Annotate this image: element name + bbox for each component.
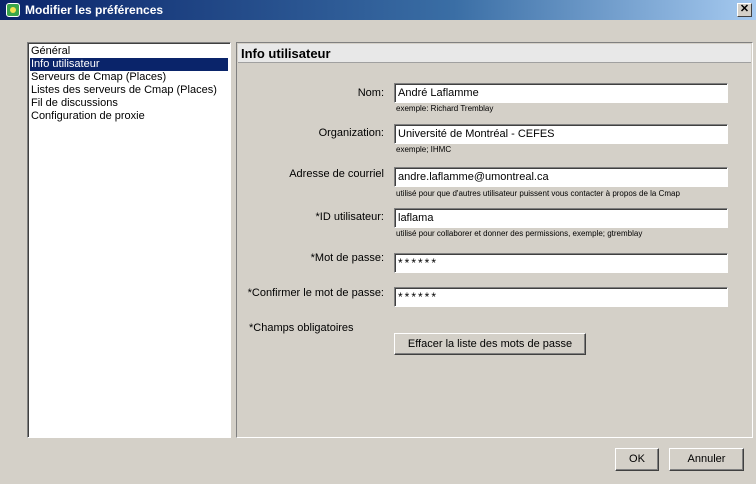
cancel-button[interactable]: Annuler — [669, 448, 744, 471]
email-field[interactable]: andre.laflamme@umontreal.ca — [394, 167, 728, 187]
user-id-label: *ID utilisateur: — [315, 211, 384, 223]
user-id-field[interactable]: laflama — [394, 208, 728, 228]
preferences-category-list: Général Info utilisateur Serveurs de Cma… — [27, 42, 231, 438]
category-cmap-servers[interactable]: Serveurs de Cmap (Places) — [30, 71, 167, 84]
clear-passwords-button[interactable]: Effacer la liste des mots de passe — [394, 333, 586, 355]
organization-field[interactable]: Université de Montréal - CEFES — [394, 124, 728, 144]
category-discussion-threads[interactable]: Fil de discussions — [30, 97, 119, 110]
ok-button[interactable]: OK — [615, 448, 659, 471]
category-user-info[interactable]: Info utilisateur — [30, 58, 228, 71]
confirm-password-label: *Confirmer le mot de passe: — [247, 287, 384, 299]
password-label: *Mot de passe: — [310, 252, 384, 264]
password-field[interactable]: ****** — [394, 253, 728, 273]
app-icon — [6, 3, 20, 17]
name-field[interactable]: André Laflamme — [394, 83, 728, 103]
window-title: Modifier les préférences — [25, 3, 164, 17]
category-general[interactable]: Général — [30, 45, 71, 58]
panel-header: Info utilisateur — [238, 44, 751, 63]
email-label: Adresse de courriel — [289, 168, 384, 180]
panel-title: Info utilisateur — [241, 46, 331, 61]
organization-label: Organization: — [318, 127, 384, 139]
category-proxy-config[interactable]: Configuration de proxie — [30, 110, 146, 123]
confirm-password-field[interactable]: ****** — [394, 287, 728, 307]
title-bar: Modifier les préférences ✕ — [0, 0, 756, 20]
required-fields-note: *Champs obligatoires — [249, 322, 354, 334]
user-id-hint: utilisé pour collaborer et donner des pe… — [396, 229, 643, 238]
category-cmap-server-lists[interactable]: Listes des serveurs de Cmap (Places) — [30, 84, 218, 97]
organization-hint: exemple; IHMC — [396, 145, 452, 154]
name-label: Nom: — [357, 87, 384, 99]
close-button[interactable]: ✕ — [737, 3, 752, 17]
email-hint: utilisé pour que d'autres utilisateur pu… — [396, 189, 680, 198]
name-hint: exemple: Richard Tremblay — [396, 104, 494, 113]
